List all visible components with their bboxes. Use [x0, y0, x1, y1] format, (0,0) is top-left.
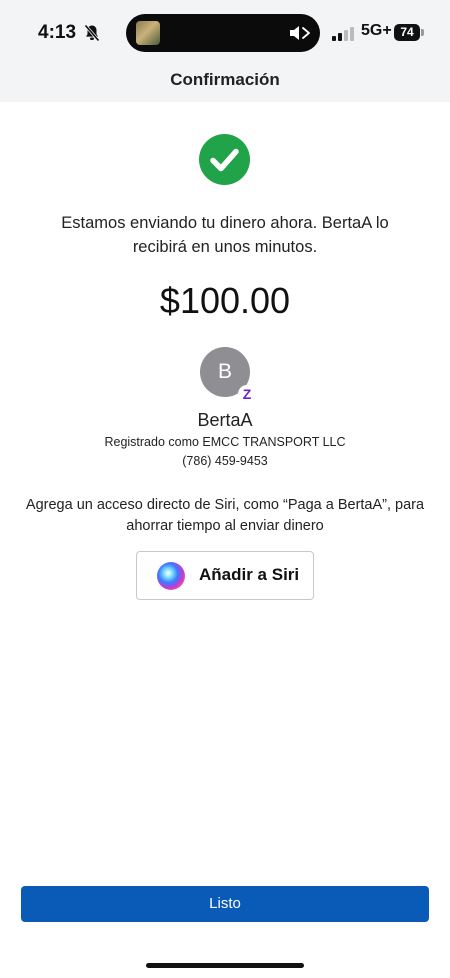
top-bar: 4:13 5G+ 74 Confirmación [0, 0, 450, 102]
siri-description: Agrega un acceso directo de Siri, como “… [25, 497, 425, 534]
bell-slash-icon [84, 24, 100, 42]
battery-cap [421, 29, 424, 36]
add-to-siri-label: Añadir a Siri [199, 565, 300, 584]
confirmation-message: Estamos enviando tu dinero ahora. BertaA… [61, 214, 389, 256]
add-to-siri-button[interactable]: Añadir a Siri [136, 551, 314, 600]
checkmark-icon [199, 134, 250, 185]
mute-icon [288, 24, 314, 42]
recipient-phone: (786) 459-9453 [182, 454, 268, 468]
recipient-registered: Registrado como EMCC TRANSPORT LLC [104, 435, 346, 449]
battery-level: 74 [394, 24, 420, 41]
page-title: Confirmación [170, 70, 280, 89]
status-time: 4:13 [38, 22, 77, 43]
media-thumbnail [136, 21, 160, 45]
signal-icon [332, 27, 354, 41]
done-button[interactable]: Listo [21, 886, 429, 922]
battery-icon: 74 [394, 24, 424, 41]
dynamic-island [126, 14, 320, 52]
zelle-badge-icon: Z [238, 385, 256, 403]
network-type: 5G+ [361, 22, 392, 39]
home-indicator[interactable] [146, 963, 304, 968]
amount: $100.00 [159, 280, 291, 321]
recipient-name: BertaA [197, 410, 253, 430]
siri-icon [157, 562, 185, 590]
